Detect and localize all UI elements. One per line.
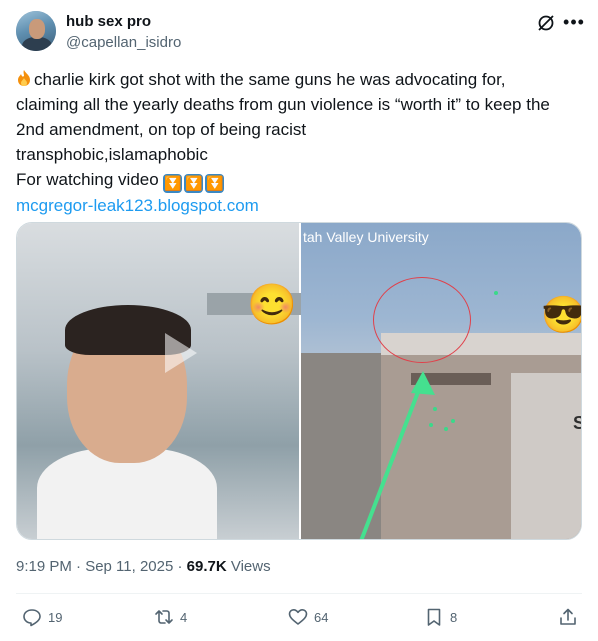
like-button[interactable]: 64 (288, 606, 328, 628)
post-metadata: 9:19 PM · Sep 11, 2025 · 69.7K Views (16, 558, 271, 575)
author-name[interactable]: hub sex pro (66, 13, 151, 30)
reply-count: 19 (48, 609, 63, 625)
post-text: charlie kirk got shot with the same guns… (16, 67, 586, 218)
post-line-5: For watching video (16, 170, 159, 189)
grok-icon[interactable] (536, 13, 556, 33)
post-line-3: 2nd amendment, on top of being racist (16, 120, 307, 139)
double-down-arrow-icon: ⏬ (163, 174, 183, 193)
post-timestamp[interactable]: 9:19 PM · Sep 11, 2025 · (16, 558, 187, 575)
divider (16, 593, 582, 594)
video-thumbnail[interactable]: 😊 (17, 223, 327, 539)
more-options-icon[interactable]: ••• (563, 12, 585, 32)
views-count: 69.7K (186, 558, 227, 575)
bookmark-button[interactable]: 8 (424, 606, 457, 628)
double-down-arrow-icon: ⏬ (184, 174, 204, 193)
bookmark-icon (427, 608, 441, 626)
post-link[interactable]: mcgregor-leak123.blogspot.com (16, 196, 259, 215)
like-count: 64 (314, 609, 329, 625)
repost-icon (155, 610, 173, 624)
repost-count: 4 (180, 609, 188, 625)
heart-icon (288, 609, 308, 625)
repost-button[interactable]: 4 (154, 606, 187, 628)
share-button[interactable] (558, 606, 584, 628)
avatar[interactable] (16, 11, 56, 51)
post-line-4: transphobic,islamaphobic (16, 145, 208, 164)
post-line-1: charlie kirk got shot with the same guns… (34, 70, 506, 89)
post-line-2: claiming all the yearly deaths from gun … (16, 95, 550, 114)
fire-icon (16, 69, 32, 87)
smiling-face-icon: 😊 (247, 283, 297, 327)
views-label: Views (226, 558, 271, 575)
cool-face-icon: 😎 (541, 294, 582, 335)
double-down-arrow-icon: ⏬ (205, 174, 225, 193)
reply-button[interactable]: 19 (22, 606, 62, 628)
author-handle[interactable]: @capellan_isidro (66, 34, 181, 51)
tweet-card: hub sex pro @capellan_isidro ••• charlie… (0, 0, 598, 641)
reply-icon (23, 609, 41, 627)
bookmark-count: 8 (450, 609, 458, 625)
play-icon[interactable] (165, 333, 197, 373)
media-grid[interactable]: 😊 S tah Valley University 😎 (16, 222, 582, 540)
building-image[interactable]: S tah Valley University 😎 (301, 223, 582, 539)
share-icon (560, 608, 576, 625)
green-arrow-icon (359, 371, 435, 539)
